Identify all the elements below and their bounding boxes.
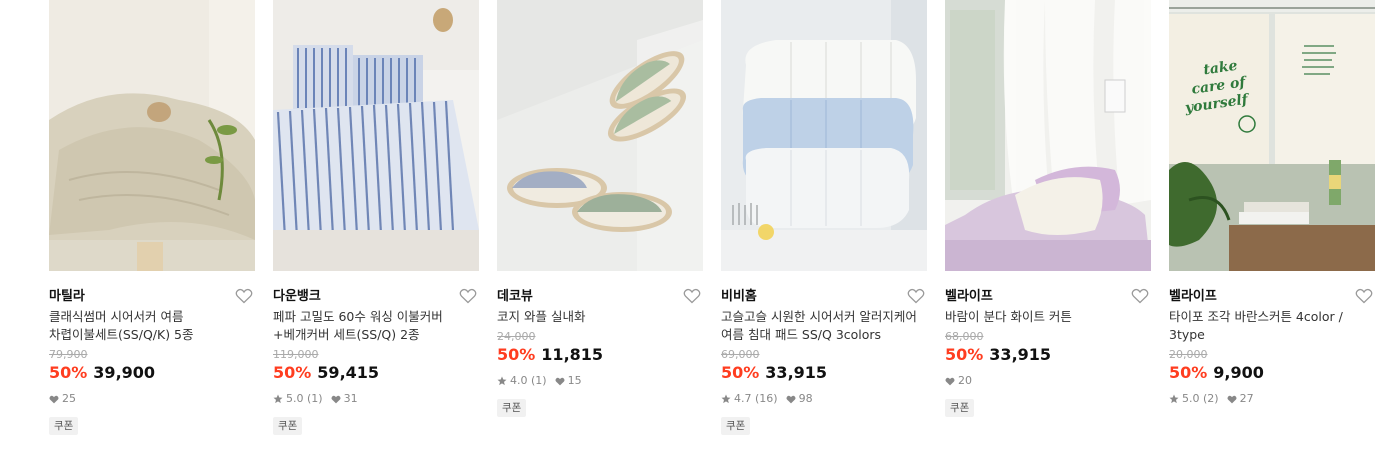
price-row: 50% 39,900 — [49, 363, 255, 383]
heart-small-icon — [1227, 395, 1237, 403]
product-card[interactable]: 마틸라 클래식썸머 시어서커 여름 차렵이불세트(SS/Q/K) 5종 79,9… — [49, 0, 255, 435]
product-stats: 5.0 (1) 31 — [273, 392, 479, 406]
likes-count: 27 — [1239, 392, 1254, 405]
likes-count: 31 — [343, 392, 358, 405]
coupon-badge: 쿠폰 — [497, 399, 527, 417]
rating: 5.0 (1) — [286, 392, 323, 405]
original-price: 20,000 — [1169, 348, 1208, 361]
product-card[interactable]: take care of yourself 벨라이프 타이포 조각 바란스커튼 … — [1169, 0, 1375, 406]
sale-price: 39,900 — [93, 363, 156, 382]
product-image[interactable] — [273, 0, 479, 271]
price-row: 50% 33,915 — [945, 345, 1151, 365]
product-card[interactable]: 비비홈 고슬고슬 시원한 시어서커 알러지케어 여름 침대 패드 SS/Q 3c… — [721, 0, 927, 435]
heart-small-icon — [49, 395, 59, 403]
sale-price: 33,915 — [989, 345, 1052, 364]
product-name[interactable]: 고슬고슬 시원한 시어서커 알러지케어 여름 침대 패드 SS/Q 3color… — [721, 308, 927, 344]
product-image[interactable] — [945, 0, 1151, 271]
price-row: 50% 11,815 — [497, 345, 703, 365]
star-icon — [721, 394, 731, 404]
product-name[interactable]: 바람이 분다 화이트 커튼 — [945, 308, 1151, 326]
sale-price: 59,415 — [317, 363, 380, 382]
brand-name[interactable]: 벨라이프 — [945, 289, 993, 304]
rating: 4.7 (16) — [734, 392, 778, 405]
heart-icon[interactable] — [907, 288, 925, 304]
discount-rate: 50% — [721, 363, 760, 382]
likes-count: 25 — [62, 392, 76, 405]
product-name[interactable]: 코지 와플 실내화 — [497, 308, 703, 326]
heart-icon[interactable] — [1355, 288, 1373, 304]
product-name[interactable]: 타이포 조각 바란스커튼 4color / 3type — [1169, 308, 1375, 344]
heart-small-icon — [786, 395, 796, 403]
product-stats: 25 — [49, 392, 255, 406]
heart-small-icon — [331, 395, 341, 403]
sale-price: 11,815 — [541, 345, 604, 364]
coupon-badge: 쿠폰 — [945, 399, 975, 417]
price-row: 50% 9,900 — [1169, 363, 1375, 383]
brand-name[interactable]: 비비홈 — [721, 289, 757, 304]
product-name[interactable]: 페파 고밀도 60수 워싱 이불커버+베개커버 세트(SS/Q) 2종 — [273, 308, 479, 344]
heart-icon[interactable] — [235, 288, 253, 304]
product-name[interactable]: 클래식썸머 시어서커 여름 차렵이불세트(SS/Q/K) 5종 — [49, 308, 255, 344]
sale-price: 33,915 — [765, 363, 828, 382]
discount-rate: 50% — [945, 345, 984, 364]
product-image[interactable]: take care of yourself — [1169, 0, 1375, 271]
original-price: 69,000 — [721, 348, 760, 361]
star-icon — [497, 376, 507, 386]
rating: 4.0 (1) — [510, 374, 547, 387]
likes-count: 98 — [798, 392, 813, 405]
product-stats: 4.7 (16) 98 — [721, 392, 927, 406]
product-card[interactable]: 데코뷰 코지 와플 실내화 24,000 50% 11,815 4.0 (1) 1… — [497, 0, 703, 417]
brand-name[interactable]: 벨라이프 — [1169, 289, 1217, 304]
heart-icon[interactable] — [683, 288, 701, 304]
discount-rate: 50% — [49, 363, 88, 382]
product-card[interactable]: 벨라이프 바람이 분다 화이트 커튼 68,000 50% 33,915 20 쿠… — [945, 0, 1151, 417]
discount-rate: 50% — [1169, 363, 1208, 382]
star-icon — [273, 394, 283, 404]
product-image[interactable] — [49, 0, 255, 271]
heart-small-icon — [555, 377, 565, 385]
original-price: 79,900 — [49, 348, 88, 361]
brand-name[interactable]: 마틸라 — [49, 289, 85, 304]
brand-name[interactable]: 데코뷰 — [497, 289, 533, 304]
likes-count: 15 — [567, 374, 582, 387]
discount-rate: 50% — [273, 363, 312, 382]
original-price: 24,000 — [497, 330, 536, 343]
price-row: 50% 33,915 — [721, 363, 927, 383]
coupon-badge: 쿠폰 — [49, 417, 79, 435]
product-image[interactable] — [497, 0, 703, 271]
original-price: 119,000 — [273, 348, 319, 361]
heart-icon[interactable] — [1131, 288, 1149, 304]
original-price: 68,000 — [945, 330, 984, 343]
coupon-badge: 쿠폰 — [273, 417, 303, 435]
heart-icon[interactable] — [459, 288, 477, 304]
likes-count: 20 — [958, 374, 972, 387]
sale-price: 9,900 — [1213, 363, 1264, 382]
star-icon — [1169, 394, 1179, 404]
product-stats: 20 — [945, 374, 1151, 388]
brand-name[interactable]: 다운뱅크 — [273, 289, 321, 304]
coupon-badge: 쿠폰 — [721, 417, 751, 435]
product-stats: 4.0 (1) 15 — [497, 374, 703, 388]
price-row: 50% 59,415 — [273, 363, 479, 383]
rating: 5.0 (2) — [1182, 392, 1219, 405]
product-stats: 5.0 (2) 27 — [1169, 392, 1375, 406]
product-card[interactable]: 다운뱅크 페파 고밀도 60수 워싱 이불커버+베개커버 세트(SS/Q) 2종… — [273, 0, 479, 435]
product-image[interactable] — [721, 0, 927, 271]
discount-rate: 50% — [497, 345, 536, 364]
heart-small-icon — [945, 377, 955, 385]
